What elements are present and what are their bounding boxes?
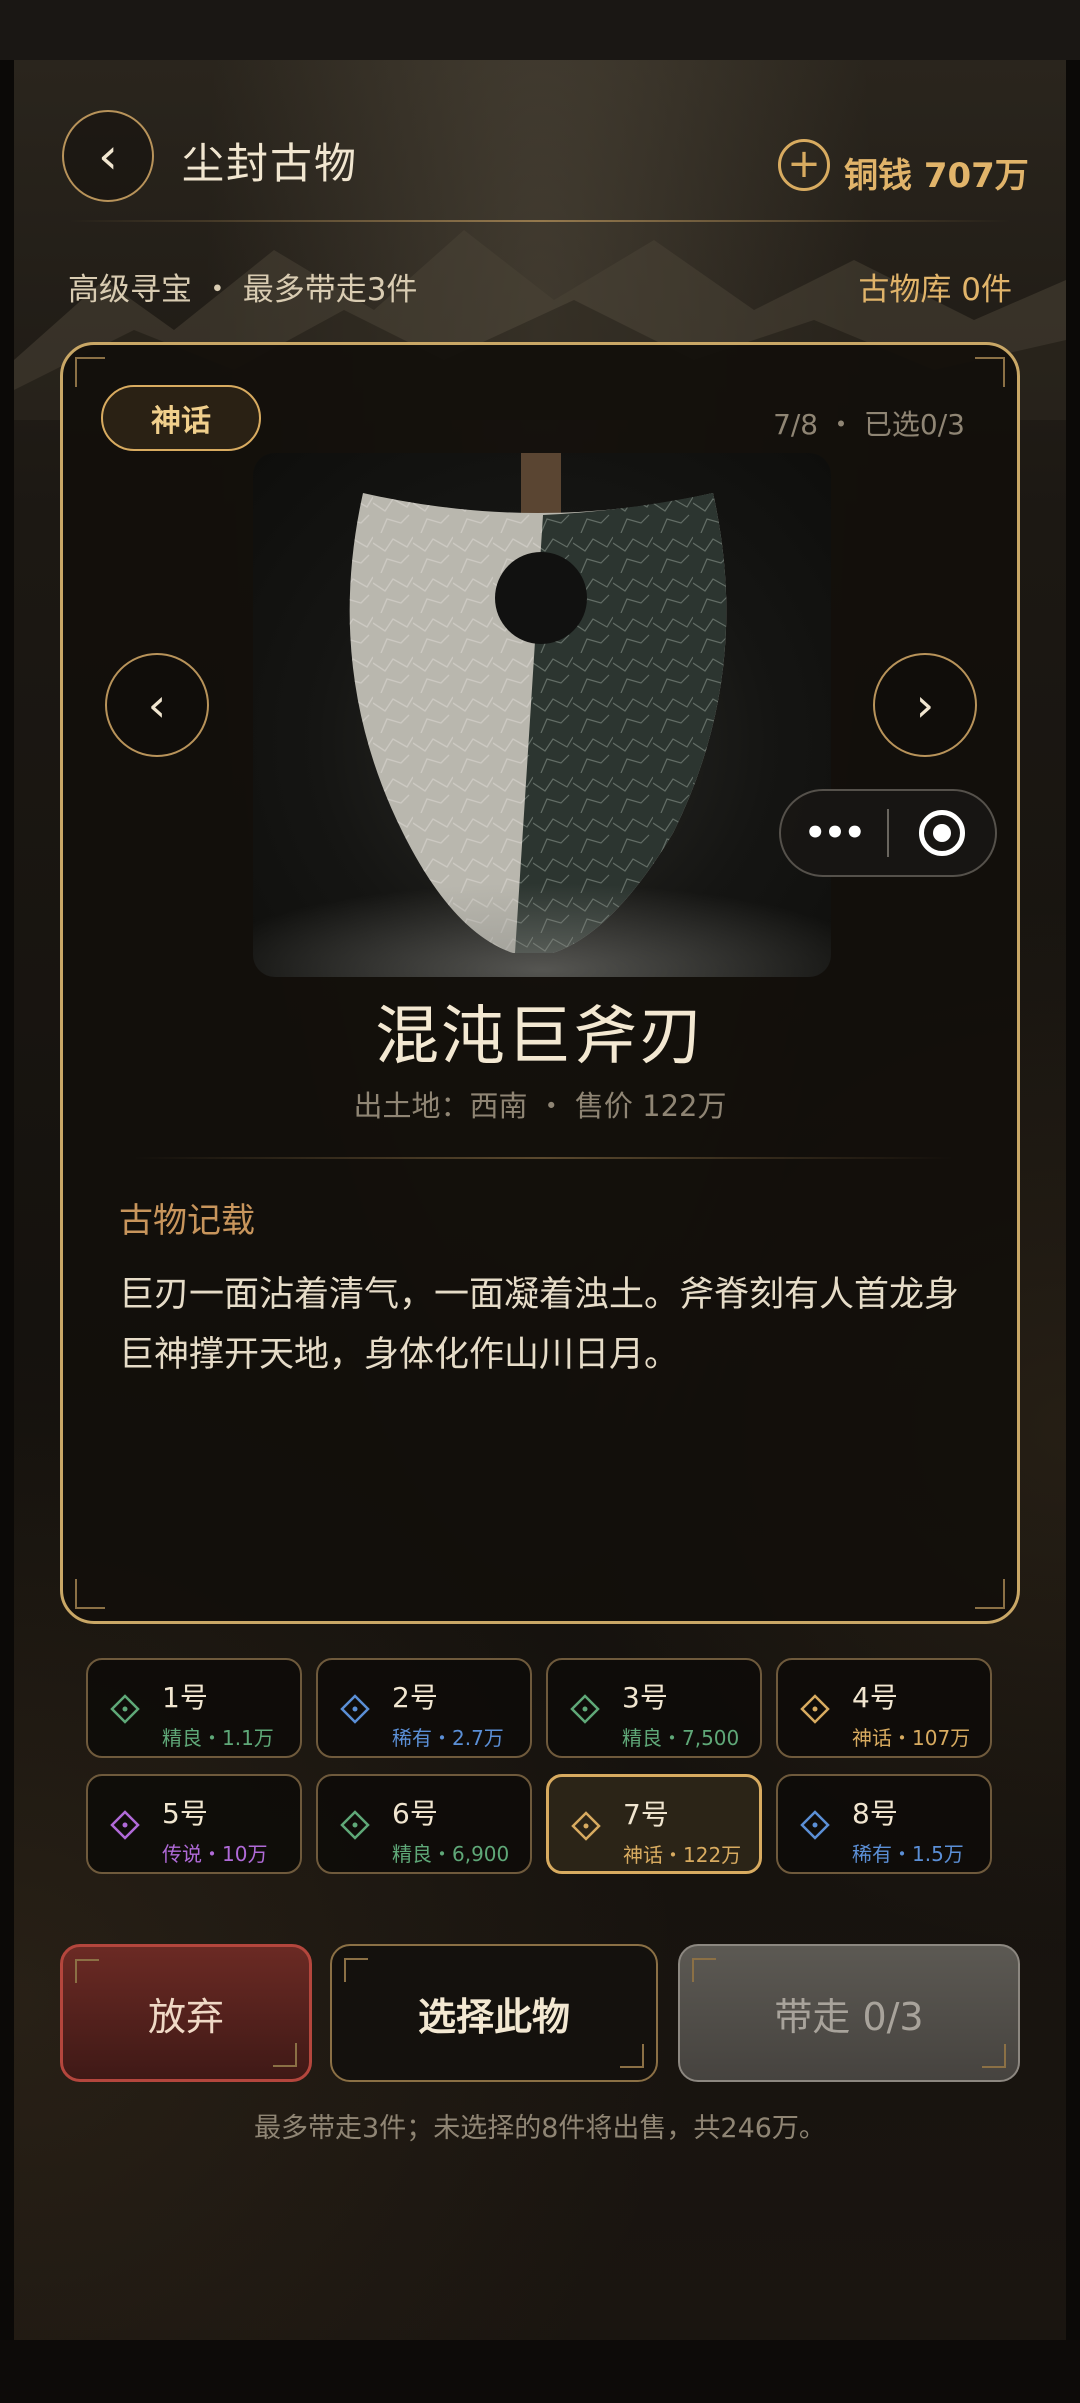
select-label: 选择此物 — [417, 1994, 570, 2039]
storage-count[interactable]: 古物库 0件 — [858, 264, 1012, 309]
back-button[interactable]: ‹ — [62, 110, 154, 202]
slot-1[interactable]: 1号 精良・1.1万 — [86, 1658, 302, 1758]
button-corner — [75, 1959, 99, 1983]
item-meta: 出土地：西南 ・ 售价 122万 — [353, 1089, 727, 1123]
card-corner — [975, 357, 1005, 387]
previous-item-button[interactable]: ‹ — [105, 653, 209, 757]
abandon-label: 放弃 — [147, 1994, 224, 2039]
coin-balance: 铜钱 707万 — [844, 156, 1029, 196]
close-target-icon[interactable] — [889, 791, 995, 875]
miniprogram-capsule: ••• — [779, 789, 997, 877]
item-name: 混沌巨斧刃 — [375, 1000, 705, 1074]
slot-number: 8号 — [852, 1797, 898, 1830]
slot-number: 7号 — [623, 1798, 669, 1831]
slot-rarity-price: 稀有・1.5万 — [852, 1842, 964, 1866]
diamond-icon — [800, 1810, 830, 1840]
diamond-icon — [800, 1694, 830, 1724]
item-counter: 7/8 ・ 已选0/3 — [773, 408, 965, 441]
slot-rarity-price: 精良・1.1万 — [162, 1726, 274, 1750]
page-title: 尘封古物 — [182, 139, 359, 188]
target-ring — [918, 810, 965, 856]
record-text: 巨刃一面沾着清气，一面凝着浊土。斧脊刻有人首龙身巨神撑开天地，身体化作山川日月。 — [119, 1275, 960, 1375]
take-away-button[interactable]: 带走 0/3 — [678, 1944, 1020, 2082]
button-corner — [273, 2043, 297, 2067]
button-corner — [692, 1958, 716, 1982]
button-corner — [344, 1958, 368, 1982]
status-bar — [0, 0, 1080, 60]
diamond-icon — [110, 1810, 140, 1840]
slot-4[interactable]: 4号 神话・107万 — [776, 1658, 992, 1758]
slot-number: 5号 — [162, 1797, 208, 1830]
slot-8[interactable]: 8号 稀有・1.5万 — [776, 1774, 992, 1874]
more-icon[interactable]: ••• — [781, 791, 887, 875]
slot-number: 4号 — [852, 1681, 898, 1714]
hunt-mode-info: 高级寻宝 ・ 最多带走3件 — [68, 272, 418, 308]
slot-rarity-price: 稀有・2.7万 — [392, 1726, 504, 1750]
button-corner — [982, 2044, 1006, 2068]
target-dot — [932, 824, 951, 842]
artifact-card: 神话 7/8 ・ 已选0/3 ‹ › ••• 混沌巨斧刃 出土地：西南 ・ 售价… — [60, 342, 1020, 1624]
slot-5[interactable]: 5号 传说・10万 — [86, 1774, 302, 1874]
axe-blade-illustration — [253, 453, 831, 977]
navigation-bar — [0, 2340, 1080, 2403]
section-divider — [133, 1157, 953, 1159]
next-item-button[interactable]: › — [873, 653, 977, 757]
diamond-icon — [340, 1694, 370, 1724]
card-corner — [975, 1579, 1005, 1609]
diamond-icon — [340, 1810, 370, 1840]
slot-2[interactable]: 2号 稀有・2.7万 — [316, 1658, 532, 1758]
record-title: 古物记载 — [119, 1201, 255, 1241]
slot-rarity-price: 精良・6,900 — [392, 1842, 510, 1866]
slot-number: 2号 — [392, 1681, 438, 1714]
item-slot-grid: 1号 精良・1.1万 2号 稀有・2.7万 3号 精良・7,500 4号 神话・… — [86, 1658, 994, 1874]
button-corner — [620, 2044, 644, 2068]
slot-7[interactable]: 7号 神话・122万 — [546, 1774, 762, 1874]
slot-number: 1号 — [162, 1681, 208, 1714]
add-coins-button[interactable]: + — [778, 139, 830, 191]
header-divider — [70, 220, 1010, 222]
diamond-icon — [110, 1694, 140, 1724]
slot-rarity-price: 神话・122万 — [623, 1843, 742, 1867]
slot-rarity-price: 传说・10万 — [162, 1842, 268, 1866]
footnote: 最多带走3件；未选择的8件将出售，共246万。 — [254, 2113, 826, 2144]
diamond-icon — [570, 1694, 600, 1724]
slot-6[interactable]: 6号 精良・6,900 — [316, 1774, 532, 1874]
diamond-icon — [571, 1811, 601, 1841]
abandon-button[interactable]: 放弃 — [60, 1944, 312, 2082]
select-item-button[interactable]: 选择此物 — [330, 1944, 658, 2082]
slot-3[interactable]: 3号 精良・7,500 — [546, 1658, 762, 1758]
artifact-image — [253, 453, 831, 977]
take-label: 带走 0/3 — [774, 1994, 924, 2039]
slot-rarity-price: 神话・107万 — [852, 1726, 971, 1750]
card-corner — [75, 1579, 105, 1609]
slot-rarity-price: 精良・7,500 — [622, 1726, 740, 1750]
slot-number: 3号 — [622, 1681, 668, 1714]
rarity-badge: 神话 — [101, 385, 261, 451]
slot-number: 6号 — [392, 1797, 438, 1830]
card-corner — [75, 357, 105, 387]
